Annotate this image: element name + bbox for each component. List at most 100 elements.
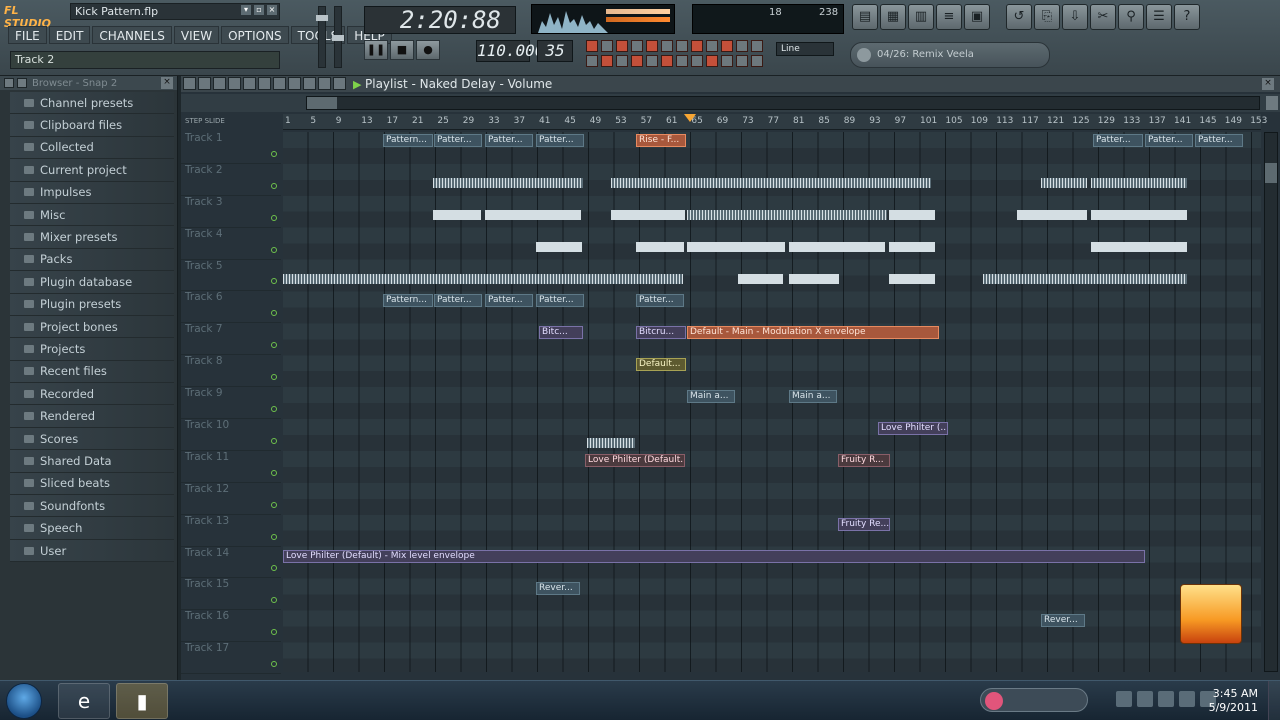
audio-block[interactable] xyxy=(889,274,935,284)
pattern-clip[interactable]: Patter... xyxy=(536,294,584,307)
restore-icon[interactable]: ▫ xyxy=(253,4,265,16)
track-label[interactable]: Track 2 xyxy=(181,164,281,196)
menu-options[interactable]: OPTIONS xyxy=(221,26,289,44)
browser-item[interactable]: Plugin presets xyxy=(10,293,174,316)
record-button[interactable]: ● xyxy=(416,40,440,60)
close-icon[interactable]: × xyxy=(1262,78,1274,90)
mode-button[interactable] xyxy=(676,40,688,52)
track-active-icon[interactable] xyxy=(271,501,277,508)
channel-rack-icon[interactable]: ▥ xyxy=(908,4,934,30)
piano-roll-icon[interactable]: ▦ xyxy=(880,4,906,30)
delete-tool-icon[interactable] xyxy=(213,77,226,90)
audio-strip[interactable] xyxy=(1041,178,1087,188)
browser-item[interactable]: User xyxy=(10,539,174,563)
mode-button[interactable] xyxy=(676,55,688,67)
pattern-clip[interactable]: Main a... xyxy=(789,390,837,403)
mute-tool-icon[interactable] xyxy=(228,77,241,90)
mode-button[interactable] xyxy=(661,55,673,67)
mode-button[interactable] xyxy=(706,40,718,52)
scroll-thumb[interactable] xyxy=(1265,163,1277,183)
mode-button[interactable] xyxy=(601,40,613,52)
browser-item[interactable]: Packs xyxy=(10,248,174,272)
browser-item[interactable]: Clipboard files xyxy=(10,114,174,137)
automation-clip[interactable]: Love Philter (... xyxy=(878,422,948,435)
track-active-icon[interactable] xyxy=(271,597,277,604)
audio-block[interactable] xyxy=(738,274,783,284)
audio-block[interactable] xyxy=(433,210,481,220)
tray-arrow-icon[interactable] xyxy=(1116,691,1132,707)
audio-strip[interactable] xyxy=(687,210,887,220)
track-label[interactable]: Track 8 xyxy=(181,355,281,388)
automation-clip[interactable]: Default - Main - Modulation X envelope xyxy=(687,326,939,339)
pattern-clip[interactable]: Patter... xyxy=(485,134,533,147)
render-icon[interactable]: ⇩ xyxy=(1062,4,1088,30)
pattern-clip[interactable]: Patter... xyxy=(485,294,533,307)
mixer-icon[interactable]: ≡ xyxy=(936,4,962,30)
mode-button[interactable] xyxy=(631,40,643,52)
master-volume-slider[interactable] xyxy=(316,6,328,68)
browser-item[interactable]: Mixer presets xyxy=(10,226,174,249)
automation-clip[interactable]: Bitc... xyxy=(539,326,583,339)
browser-item[interactable]: Rendered xyxy=(10,405,174,428)
fl-studio-tile-icon[interactable] xyxy=(1180,584,1242,644)
news-panel[interactable]: 04/26: Remix Veela xyxy=(850,42,1050,68)
slice-tool-icon[interactable] xyxy=(243,77,256,90)
browser-item[interactable]: Channel presets xyxy=(10,92,174,115)
close-icon[interactable]: × xyxy=(161,77,173,89)
draw-tool-icon[interactable] xyxy=(183,77,196,90)
audio-block[interactable] xyxy=(789,274,839,284)
track-active-icon[interactable] xyxy=(271,342,277,349)
plugin-icon[interactable]: ▣ xyxy=(964,4,990,30)
audio-block[interactable] xyxy=(889,242,935,252)
start-button-icon[interactable] xyxy=(6,683,42,719)
track-active-icon[interactable] xyxy=(271,469,277,476)
snap-dropdown[interactable]: Line xyxy=(776,42,834,56)
snap-tool-icon[interactable] xyxy=(303,77,316,90)
pattern-clip[interactable]: Patter... xyxy=(434,294,482,307)
playhead-marker[interactable] xyxy=(684,114,696,122)
audio-block[interactable] xyxy=(1017,210,1087,220)
browser-item[interactable]: Recorded xyxy=(10,383,174,406)
track-active-icon[interactable] xyxy=(271,629,277,636)
automation-clip[interactable]: Default... xyxy=(636,358,686,371)
playlist-title[interactable]: Playlist - Naked Delay - Volume xyxy=(365,77,552,91)
track-label[interactable]: Track 9 xyxy=(181,387,281,420)
track-label[interactable]: Track 4 xyxy=(181,228,281,260)
song-position-display[interactable]: 2:20:88 xyxy=(364,6,516,34)
mode-button[interactable] xyxy=(616,55,628,67)
stop-button[interactable]: ■ xyxy=(390,40,414,60)
automation-clip[interactable]: Fruity R... xyxy=(838,454,890,467)
track-active-icon[interactable] xyxy=(271,278,277,285)
track-active-icon[interactable] xyxy=(271,182,277,189)
pattern-selector[interactable]: 35 xyxy=(537,40,573,62)
master-pitch-slider[interactable] xyxy=(332,6,344,68)
audio-clip[interactable]: Rever... xyxy=(536,582,580,595)
audio-strip[interactable] xyxy=(587,438,635,448)
system-clock[interactable]: 3:45 AM 5/9/2011 xyxy=(1209,687,1258,715)
audio-block[interactable] xyxy=(536,242,582,252)
track-active-icon[interactable] xyxy=(271,214,277,221)
mode-button[interactable] xyxy=(586,40,598,52)
browser-menu-icon[interactable] xyxy=(4,78,14,88)
horizontal-scrollbar[interactable] xyxy=(306,96,1260,110)
pattern-clip[interactable]: Patter... xyxy=(1145,134,1193,147)
pattern-clip[interactable]: Patter... xyxy=(1093,134,1143,147)
track-active-icon[interactable] xyxy=(271,150,277,157)
menu-file[interactable]: FILE xyxy=(8,26,47,44)
audio-strip[interactable] xyxy=(283,274,683,284)
pattern-clip[interactable]: Pattern... xyxy=(383,134,433,147)
media-tray[interactable] xyxy=(980,688,1088,712)
browser-item[interactable]: Collected xyxy=(10,136,174,160)
mode-button[interactable] xyxy=(691,55,703,67)
mode-button[interactable] xyxy=(586,55,598,67)
audio-strip[interactable] xyxy=(611,178,931,188)
search-icon[interactable]: ⚲ xyxy=(1118,4,1144,30)
automation-clip[interactable]: Bitcru... xyxy=(636,326,686,339)
undo-icon[interactable]: ↺ xyxy=(1006,4,1032,30)
timeline-ruler[interactable]: 1 5 9 13 17 21 25 29 33 37 41 45 49 53 57 61 65 69 73 77 81 8… xyxy=(283,114,1267,130)
track-label[interactable]: Track 15 xyxy=(181,578,281,611)
menu-edit[interactable]: EDIT xyxy=(48,26,91,44)
track-label[interactable]: Track 12 xyxy=(181,483,281,515)
playback-tool-icon[interactable] xyxy=(288,77,301,90)
audio-block[interactable] xyxy=(611,210,685,220)
